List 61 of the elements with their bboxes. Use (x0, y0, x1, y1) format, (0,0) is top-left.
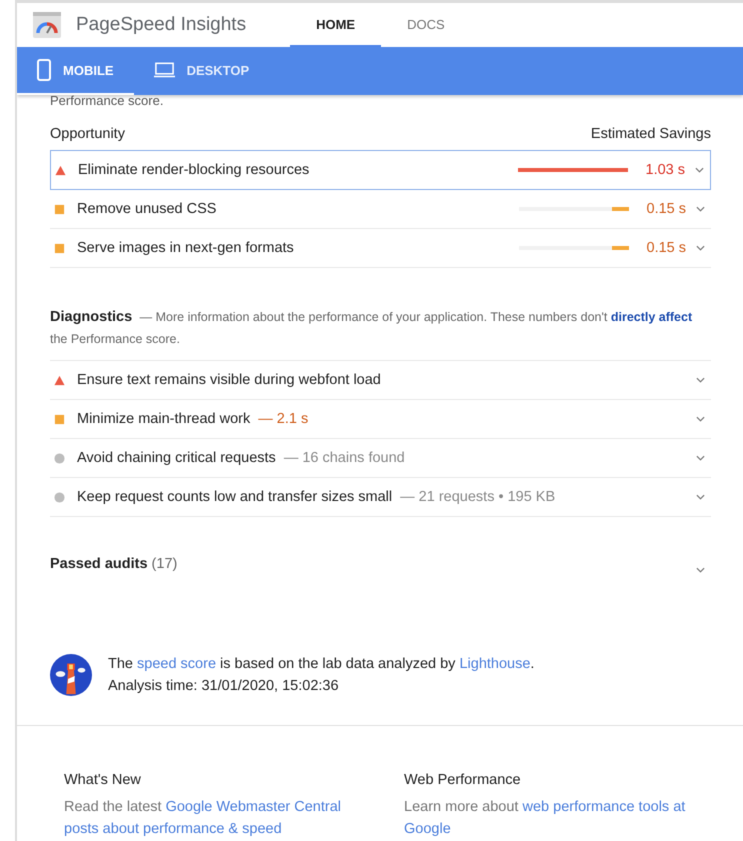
link[interactable]: Lighthouse (459, 656, 530, 672)
link[interactable]: directly affect (610, 310, 692, 324)
audit-row[interactable]: Avoid chaining critical requests — 16 chains found (50, 439, 711, 478)
lighthouse-logo-icon (50, 654, 92, 696)
column-heading: Opportunity (50, 126, 125, 142)
audit-title: Avoid chaining critical requests (77, 450, 276, 466)
analysis-time: Analysis time: 31/01/2020, 15:02:36 (108, 677, 340, 696)
footer-heading: Web Performance (404, 772, 522, 788)
chevron-down-icon[interactable] (696, 455, 705, 461)
chevron-down-icon[interactable] (695, 167, 704, 173)
savings-value: 0.15 s (646, 201, 686, 217)
chevron-down-icon[interactable] (696, 245, 705, 251)
footer-text: Learn more about web performance tools at Google (404, 798, 686, 839)
diagnostics-description: Diagnostics — More information about the performance of your application. These numbers don't directly affect the Performance score. (50, 308, 694, 348)
chevron-down-icon[interactable] (696, 416, 705, 422)
gauge-logo-icon (33, 12, 61, 38)
phone-icon (37, 59, 51, 81)
savings-value: 1.03 s (646, 162, 685, 178)
audit-title: Eliminate render-blocking resources (78, 162, 310, 178)
audit-title: Serve images in next-gen formats (77, 240, 294, 256)
section-title: Passed audits (17) (50, 556, 178, 572)
audit-detail: — 2.1 s (258, 411, 308, 427)
chevron-down-icon[interactable] (696, 377, 705, 383)
device-tab[interactable]: MOBILE (17, 47, 134, 95)
link[interactable]: posts about performance & speed (64, 821, 282, 837)
audit-title: Remove unused CSS (77, 201, 216, 217)
lighthouse-note: The speed score is based on the lab data analyzed by Lighthouse. (108, 655, 534, 674)
audit-detail: — 16 chains found (284, 450, 405, 466)
warning-triangle-icon (55, 164, 66, 176)
app-title: PageSpeed Insights (76, 14, 246, 36)
audit-row[interactable]: Keep request counts low and transfer sizes small — 21 requests • 195 KB (50, 478, 711, 517)
link[interactable]: Google (404, 821, 451, 837)
audit-title: Keep request counts low and transfer sizes small (77, 489, 392, 505)
circle-icon (54, 492, 65, 502)
link[interactable]: web performance tools at (522, 799, 686, 815)
chevron-down-icon[interactable] (696, 206, 705, 212)
square-icon (54, 414, 65, 424)
audit-row[interactable]: Ensure text remains visible during webfont load (50, 361, 711, 400)
link[interactable]: Google Webmaster Central (166, 799, 342, 815)
passed-audits-row[interactable]: Passed audits (17) (50, 555, 711, 573)
audit-row[interactable]: Minimize main-thread work — 2.1 s (50, 400, 711, 439)
audit-row[interactable]: Serve images in next-gen formats 0.15 s (50, 229, 711, 268)
description-text: Performance score. (50, 93, 164, 109)
savings-value: 0.15 s (646, 240, 686, 256)
laptop-icon (154, 62, 175, 78)
square-icon (54, 204, 65, 214)
nav-tab[interactable]: DOCS (381, 3, 471, 47)
audit-row[interactable]: Remove unused CSS 0.15 s (50, 190, 711, 229)
square-icon (54, 242, 65, 254)
chevron-down-icon[interactable] (696, 567, 705, 573)
audit-title: Ensure text remains visible during webfont load (77, 372, 381, 388)
chevron-down-icon[interactable] (696, 494, 705, 500)
footer-heading: What's New (64, 772, 142, 788)
audit-row[interactable]: Eliminate render-blocking resources 1.03 s (50, 150, 711, 190)
link[interactable]: speed score (137, 656, 216, 672)
audit-detail: — 21 requests • 195 KB (400, 489, 556, 505)
circle-icon (54, 452, 65, 464)
footer-text: Read the latest Google Webmaster Central posts about performance & speed (64, 798, 342, 839)
warning-triangle-icon (54, 374, 65, 386)
audit-title: Minimize main-thread work (77, 411, 250, 427)
column-heading: Estimated Savings (590, 126, 711, 142)
